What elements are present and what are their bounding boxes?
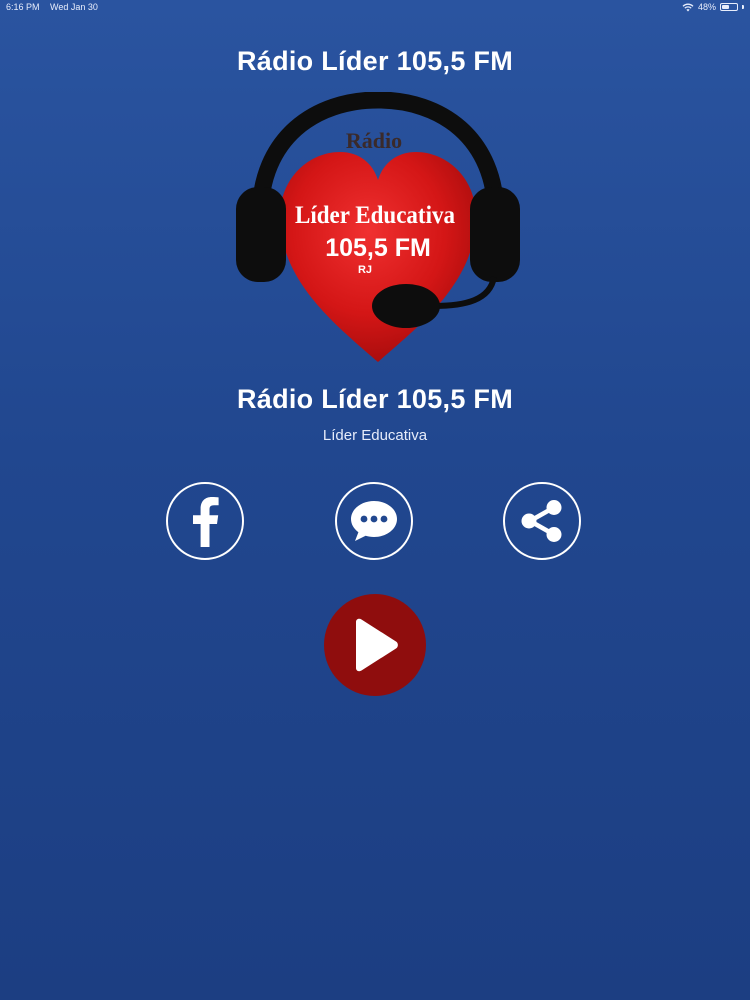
station-logo-image: Rádio Líder Educativa 105,5 FM RJ	[236, 92, 520, 362]
facebook-button[interactable]	[166, 482, 244, 560]
left-earcup	[236, 187, 286, 282]
station-subtitle: Líder Educativa	[322, 427, 428, 444]
play-icon	[356, 618, 398, 672]
battery-fill	[722, 5, 729, 9]
mic-head	[372, 284, 440, 328]
status-bar: 6:16 PM Wed Jan 30 48%	[0, 0, 750, 14]
logo-text-lider: Líder Educativa	[295, 202, 455, 229]
station-name: Rádio Líder 105,5 FM	[236, 384, 514, 414]
status-time: 6:16 PM	[6, 2, 40, 12]
share-icon	[521, 500, 562, 542]
status-date: Wed Jan 30	[50, 2, 98, 12]
battery-cap	[742, 5, 744, 9]
facebook-icon	[193, 497, 219, 547]
logo-text-radio: Rádio	[346, 128, 402, 153]
play-button[interactable]	[324, 594, 426, 696]
chat-button[interactable]	[335, 482, 413, 560]
chat-bubble-icon	[351, 501, 397, 541]
logo-text-rj: RJ	[358, 264, 372, 276]
status-left: 6:16 PM Wed Jan 30	[6, 0, 106, 14]
battery-percent: 48%	[697, 2, 716, 12]
right-earcup	[470, 187, 520, 282]
status-right: 48%	[682, 0, 744, 14]
station-logo: Rádio Líder Educativa 105,5 FM RJ	[228, 92, 528, 367]
logo-text-frequency: 105,5 FM	[325, 234, 431, 262]
wifi-icon	[682, 3, 694, 11]
page-title: Rádio Líder 105,5 FM	[236, 46, 514, 76]
battery-icon	[720, 3, 738, 11]
share-button[interactable]	[503, 482, 581, 560]
